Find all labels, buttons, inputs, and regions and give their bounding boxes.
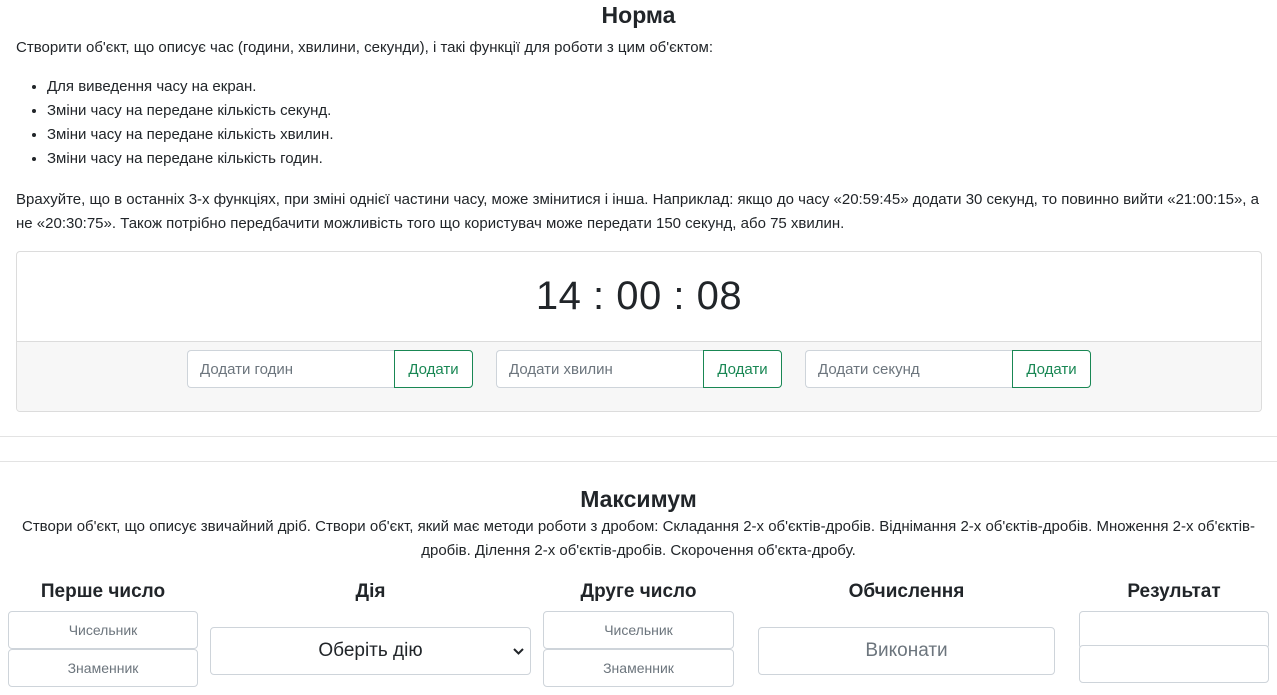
column-header-action: Дія (355, 581, 386, 602)
column-header-result: Результат (1127, 581, 1221, 602)
action-select[interactable]: Оберіть дію (210, 627, 531, 675)
column-header-compute: Обчислення (848, 581, 965, 602)
list-item: Зміни часу на передане кількість годин. (47, 147, 334, 171)
norma-note: Врахуйте, що в останніх 3-х функціях, пр… (16, 191, 1259, 232)
run-button[interactable]: Виконати (758, 627, 1055, 675)
add-minutes-button[interactable]: Додати (703, 350, 782, 388)
first-numerator-input[interactable] (8, 611, 198, 649)
norma-title: Норма (601, 2, 676, 28)
maximum-title: Максимум (580, 486, 697, 512)
add-seconds-button[interactable]: Додати (1012, 350, 1091, 388)
column-header-second: Друге число (580, 581, 697, 602)
result-denominator-field (1079, 645, 1269, 683)
add-hours-input[interactable] (187, 350, 394, 388)
add-minutes-input[interactable] (496, 350, 703, 388)
clock-card: 14 : 00 : 08 Додати Додати Додати (16, 251, 1262, 412)
second-numerator-input[interactable] (543, 611, 734, 649)
add-hours-group: Додати (187, 350, 473, 388)
add-hours-button[interactable]: Додати (394, 350, 473, 388)
chevron-down-icon (513, 628, 524, 674)
second-denominator-input[interactable] (543, 649, 734, 687)
list-item: Зміни часу на передане кількість секунд. (47, 99, 334, 123)
column-header-first: Перше число (40, 581, 166, 602)
first-denominator-input[interactable] (8, 649, 198, 687)
section-divider (0, 461, 1277, 462)
clock-controls: Додати Додати Додати (17, 341, 1261, 411)
maximum-description: Створи об'єкт, що описує звичайний дріб.… (21, 518, 1256, 559)
add-seconds-group: Додати (805, 350, 1091, 388)
norma-task-list: Для виведення часу на екран. Зміни часу … (16, 75, 334, 171)
list-item: Зміни часу на передане кількість хвилин. (47, 123, 334, 147)
action-select-value: Оберіть дію (318, 640, 423, 661)
clock-display: 14 : 00 : 08 (535, 274, 743, 318)
list-item: Для виведення часу на екран. (47, 75, 334, 99)
section-divider (0, 436, 1277, 437)
add-minutes-group: Додати (496, 350, 782, 388)
norma-description: Створити об'єкт, що описує час (години, … (16, 39, 714, 56)
result-numerator-field (1079, 611, 1269, 649)
add-seconds-input[interactable] (805, 350, 1012, 388)
